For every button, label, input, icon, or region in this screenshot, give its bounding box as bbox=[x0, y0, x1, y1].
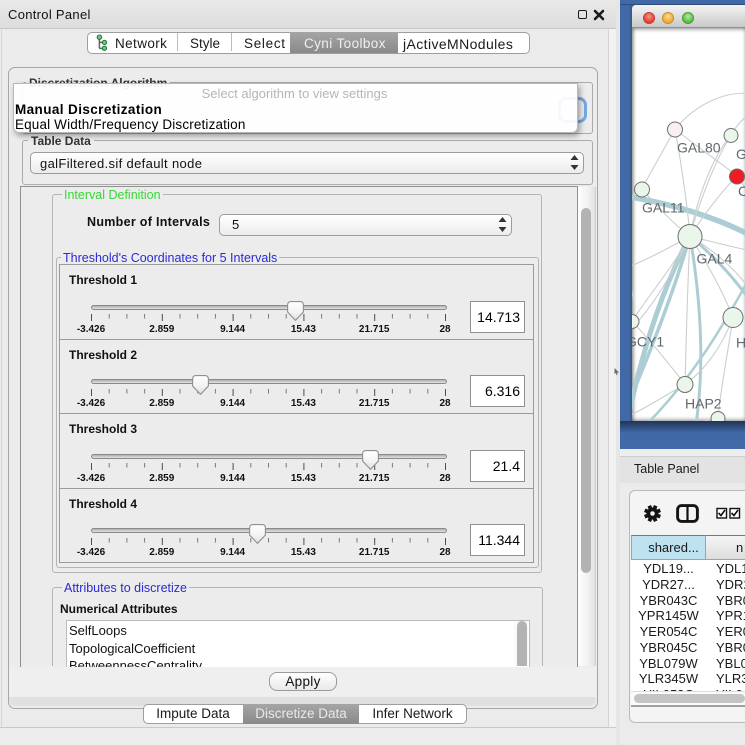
svg-text:C: C bbox=[738, 183, 745, 199]
svg-text:H: H bbox=[736, 335, 745, 351]
svg-text:G: G bbox=[736, 146, 745, 162]
svg-text:GAL4: GAL4 bbox=[697, 251, 733, 267]
svg-text:GAL80: GAL80 bbox=[677, 140, 721, 156]
svg-text:GAL11: GAL11 bbox=[642, 200, 685, 216]
svg-text:GCY1: GCY1 bbox=[632, 334, 664, 350]
svg-text:HAP2: HAP2 bbox=[685, 396, 722, 412]
